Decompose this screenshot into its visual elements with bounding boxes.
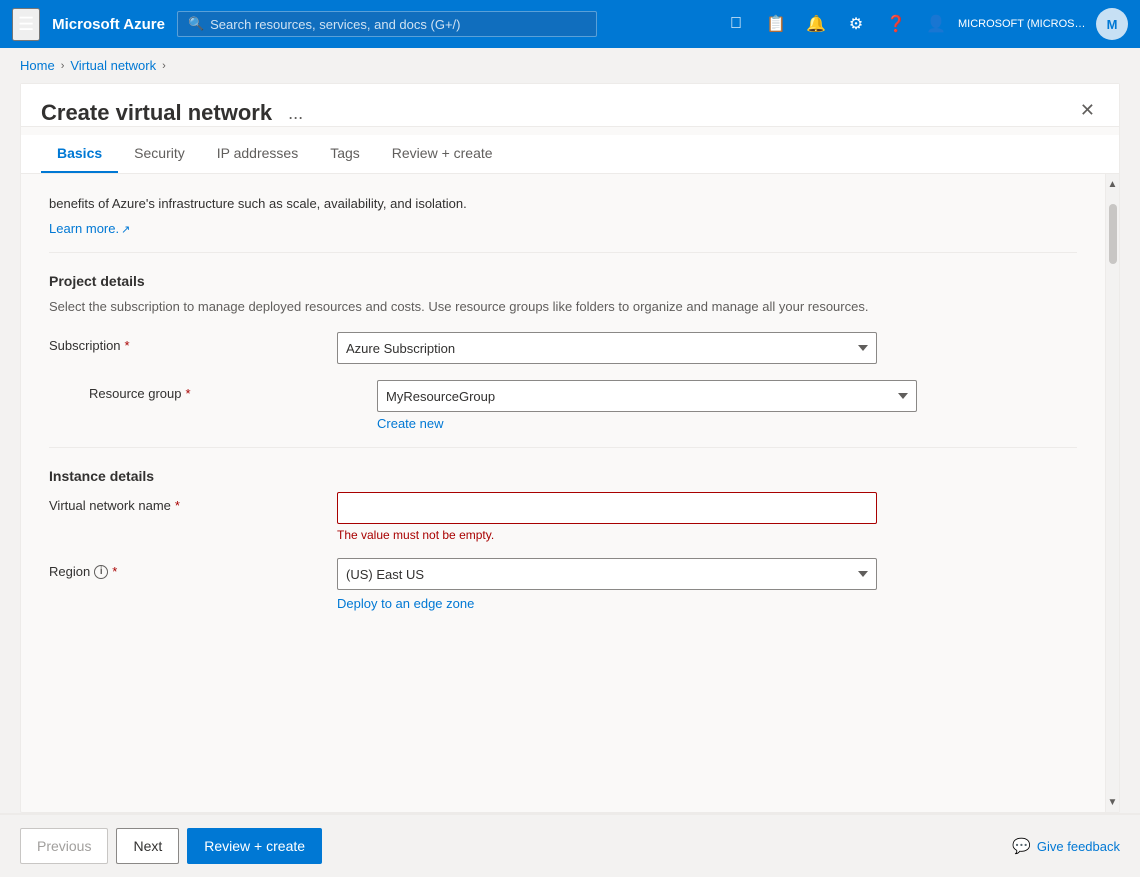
panel-options-button[interactable]: ...	[282, 101, 309, 126]
scroll-up-arrow[interactable]: ▲	[1106, 174, 1120, 194]
divider-1	[49, 252, 1077, 253]
review-create-button[interactable]: Review + create	[187, 828, 322, 864]
scroll-down-arrow[interactable]: ▼	[1106, 792, 1120, 812]
page-title: Create virtual network	[41, 100, 272, 126]
search-icon: 🔍	[188, 16, 204, 32]
next-button[interactable]: Next	[116, 828, 179, 864]
subscription-select[interactable]: Azure Subscription	[337, 332, 877, 364]
project-details-desc: Select the subscription to manage deploy…	[49, 297, 1077, 317]
panel-title-row: Create virtual network ...	[41, 100, 1076, 126]
intro-text: benefits of Azure's infrastructure such …	[49, 194, 1077, 214]
subscription-row: Subscription * Azure Subscription	[49, 332, 1077, 364]
create-new-link[interactable]: Create new	[377, 416, 443, 431]
panel-header: Create virtual network ... ✕	[21, 84, 1119, 127]
divider-2	[49, 447, 1077, 448]
account-name: MICROSOFT (MICROSOFT.ONMI...	[958, 18, 1088, 30]
breadcrumb-sep-2: ›	[162, 60, 166, 72]
help-button[interactable]: ❓	[878, 6, 914, 42]
scroll-thumb[interactable]	[1109, 204, 1117, 264]
search-box[interactable]: 🔍	[177, 11, 597, 37]
resource-group-select[interactable]: MyResourceGroup	[377, 380, 917, 412]
topbar: ☰ Microsoft Azure 🔍  📋 🔔 ⚙ ❓ 👤 MICROSOF…	[0, 0, 1140, 48]
project-details-header: Project details	[49, 273, 1077, 289]
feedback-icon: 💬	[1012, 837, 1031, 855]
region-required: *	[112, 564, 117, 579]
breadcrumb-sep-1: ›	[61, 60, 65, 72]
subscription-control-wrap: Azure Subscription	[337, 332, 877, 364]
region-row: Region i * (US) East US(US) West US(EU) …	[49, 558, 1077, 611]
breadcrumb-home[interactable]: Home	[20, 58, 55, 73]
scroll-thumb-area	[1106, 194, 1119, 792]
feedback-label: Give feedback	[1037, 839, 1120, 854]
subscription-required: *	[125, 338, 130, 353]
tab-security[interactable]: Security	[118, 135, 201, 173]
avatar: M	[1096, 8, 1128, 40]
panel-body: benefits of Azure's infrastructure such …	[21, 174, 1119, 812]
region-select[interactable]: (US) East US(US) West US(EU) West Europe	[337, 558, 877, 590]
tab-basics[interactable]: Basics	[41, 135, 118, 173]
resource-group-control-wrap: MyResourceGroup Create new	[377, 380, 917, 431]
directory-button[interactable]: 👤	[918, 6, 954, 42]
subscription-label: Subscription *	[49, 332, 329, 353]
vnet-name-row: Virtual network name * The value must no…	[49, 492, 1077, 542]
close-button[interactable]: ✕	[1076, 96, 1099, 125]
external-link-icon: ↗	[121, 224, 130, 236]
search-input[interactable]	[210, 17, 586, 32]
previous-button[interactable]: Previous	[20, 828, 108, 864]
tab-ip-addresses[interactable]: IP addresses	[201, 135, 314, 173]
resource-group-row: Resource group * MyResourceGroup Create …	[89, 380, 1077, 431]
region-control-wrap: (US) East US(US) West US(EU) West Europe…	[337, 558, 877, 611]
feedback-topbar-button[interactable]: 📋	[758, 6, 794, 42]
notifications-button[interactable]: 🔔	[798, 6, 834, 42]
vnet-name-input[interactable]	[337, 492, 877, 524]
vnet-name-error: The value must not be empty.	[337, 528, 877, 542]
account-menu[interactable]: MICROSOFT (MICROSOFT.ONMI... M	[958, 8, 1128, 40]
scrollbar: ▲ ▼	[1105, 174, 1119, 812]
panel-content: benefits of Azure's infrastructure such …	[21, 174, 1105, 812]
resource-group-label: Resource group *	[89, 380, 369, 401]
hamburger-menu-button[interactable]: ☰	[12, 8, 40, 41]
breadcrumb: Home › Virtual network ›	[0, 48, 1140, 83]
vnet-name-label: Virtual network name *	[49, 492, 329, 513]
settings-button[interactable]: ⚙	[838, 6, 874, 42]
vnet-name-required: *	[175, 498, 180, 513]
give-feedback-button[interactable]: 💬 Give feedback	[1012, 837, 1120, 855]
edge-zone-link[interactable]: Deploy to an edge zone	[337, 596, 474, 611]
tab-review-create[interactable]: Review + create	[376, 135, 509, 173]
topbar-icons:  📋 🔔 ⚙ ❓ 👤 MICROSOFT (MICROSOFT.ONMI...…	[718, 6, 1128, 42]
region-info-icon[interactable]: i	[94, 565, 108, 579]
resource-group-required: *	[186, 386, 191, 401]
tabs-bar: Basics Security IP addresses Tags Review…	[21, 135, 1119, 174]
vnet-name-control-wrap: The value must not be empty.	[337, 492, 877, 542]
tab-tags[interactable]: Tags	[314, 135, 376, 173]
instance-details-header: Instance details	[49, 468, 1077, 484]
azure-logo: Microsoft Azure	[52, 16, 165, 33]
footer: Previous Next Review + create 💬 Give fee…	[0, 813, 1140, 877]
cloud-shell-button[interactable]: 	[718, 6, 754, 42]
breadcrumb-virtual-network[interactable]: Virtual network	[70, 58, 156, 73]
learn-more-link[interactable]: Learn more.↗	[49, 221, 130, 236]
create-vnet-panel: Create virtual network ... ✕ Basics Secu…	[20, 83, 1120, 813]
region-label: Region i *	[49, 558, 329, 579]
